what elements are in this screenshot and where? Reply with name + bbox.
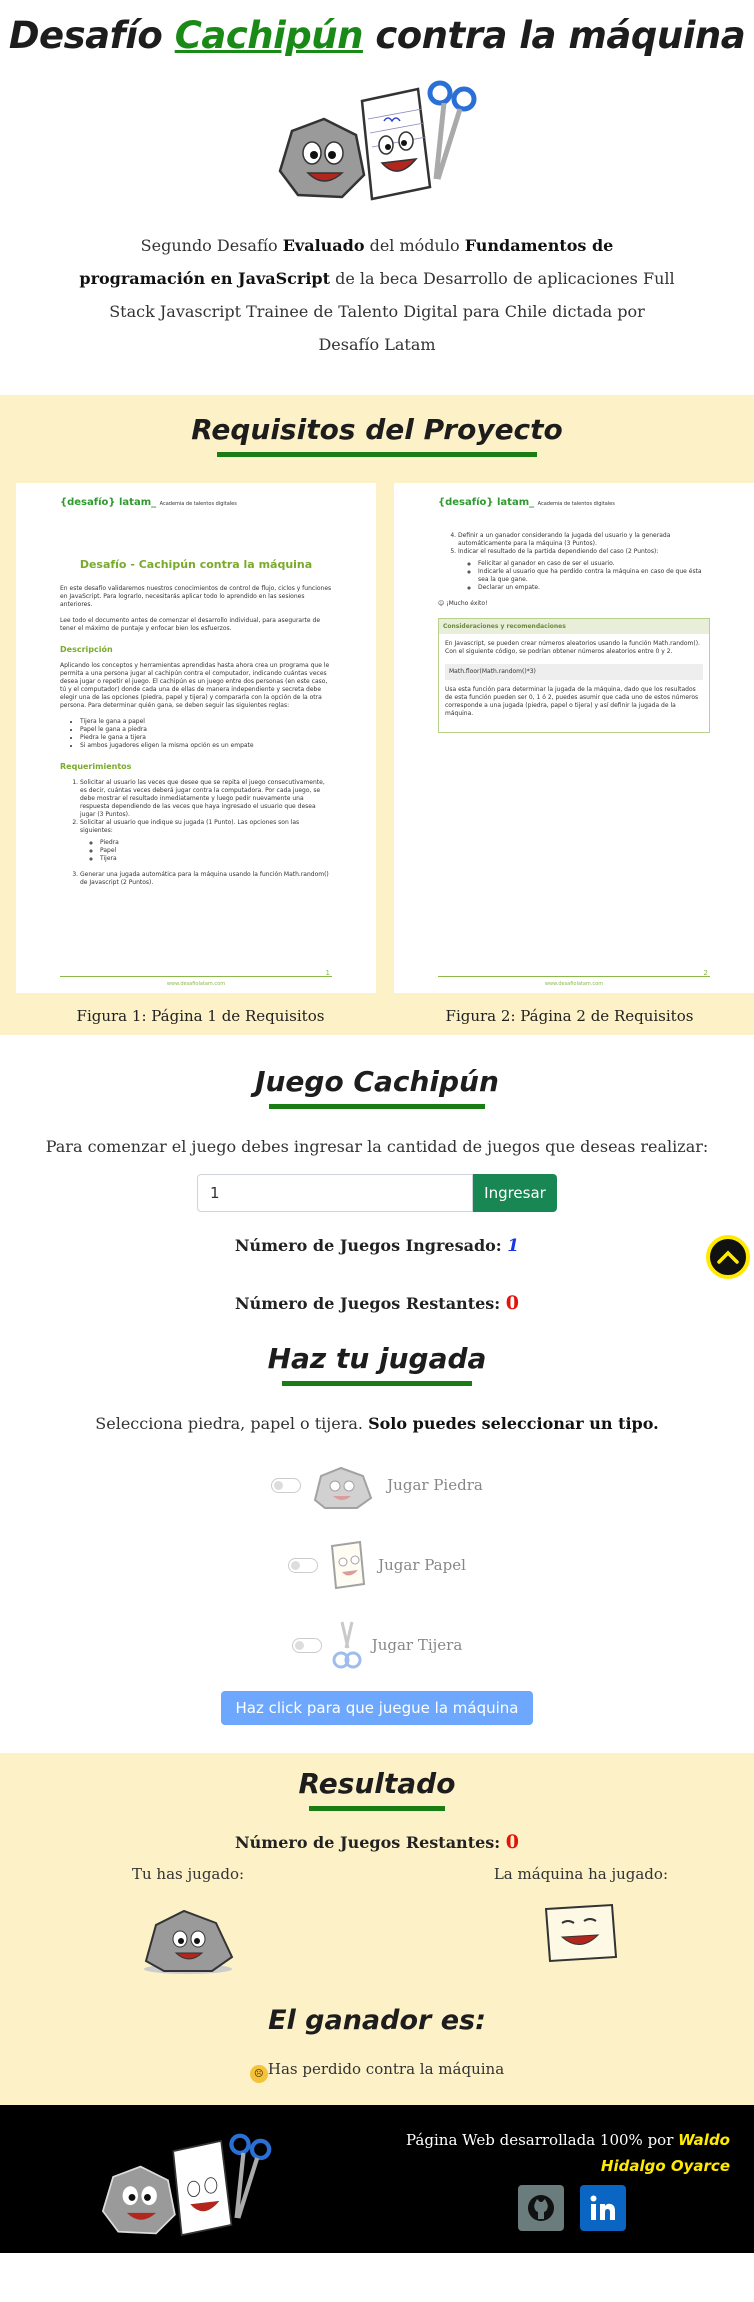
social-links	[518, 2185, 626, 2231]
paper-icon	[331, 1540, 366, 1590]
ganador-title: El ganador es:	[268, 2005, 486, 2036]
title-underline	[309, 1806, 445, 1811]
rules-list: Tijera le gana a papel Papel le gana a p…	[80, 718, 332, 750]
requirements-page-1[interactable]: {desafío} latam_ Academia de talentos di…	[16, 483, 376, 993]
page-footer: Página Web desarrollada 100% por Waldo H…	[0, 2105, 754, 2253]
games-remaining: Número de Juegos Restantes: 0	[235, 1292, 519, 1314]
machine-played-label: La máquina ha jugado:	[493, 1865, 668, 1883]
sad-face-icon: ☹	[249, 2065, 268, 2083]
machine-play-button[interactable]: Haz click para que juegue la máquina	[221, 1691, 533, 1725]
github-icon	[528, 2195, 554, 2221]
scroll-top-button[interactable]	[706, 1235, 750, 1279]
resultado-title: Resultado	[298, 1767, 456, 1800]
user-played-label: Tu has jugado:	[132, 1865, 245, 1883]
option-tijera-label: Jugar Tijera	[371, 1636, 463, 1654]
juego-section: Juego Cachipún Para comenzar el juego de…	[0, 1035, 754, 1314]
play-options: Jugar Piedra Jugar Papel Jugar Tijera	[0, 1445, 754, 1685]
tijera-switch[interactable]	[291, 1637, 322, 1653]
jugada-title: Haz tu jugada	[267, 1342, 487, 1375]
games-remaining-value: 0	[505, 1292, 519, 1314]
ingresar-button[interactable]: Ingresar	[473, 1174, 557, 1212]
caption-1: Figura 1: Página 1 de Requisitos	[76, 1007, 325, 1025]
requirements-pages: {desafío} latam_ Academia de talentos di…	[0, 457, 754, 993]
juego-title: Juego Cachipún	[255, 1065, 499, 1098]
option-piedra[interactable]: Jugar Piedra	[0, 1445, 754, 1525]
requirements-list: Solicitar al usuario las veces que desee…	[80, 779, 332, 887]
requirements-page-2[interactable]: {desafío} latam_ Academia de talentos di…	[394, 483, 754, 993]
github-link[interactable]	[518, 2185, 564, 2231]
option-papel-label: Jugar Papel	[378, 1556, 466, 1574]
option-tijera[interactable]: Jugar Tijera	[0, 1605, 754, 1685]
linkedin-link[interactable]	[580, 2185, 626, 2231]
option-piedra-label: Jugar Piedra	[387, 1476, 483, 1494]
requisitos-section: Requisitos del Proyecto {desafío} latam_…	[0, 395, 754, 1035]
title-underline	[269, 1104, 485, 1109]
footer-credit: Página Web desarrollada 100% por Waldo H…	[406, 2131, 730, 2175]
games-entered: Número de Juegos Ingresado: 1	[234, 1236, 520, 1256]
jugada-section: Haz tu jugada Selecciona piedra, papel o…	[0, 1314, 754, 1725]
intro-paragraph: Segundo Desafío Evaluado del módulo Fund…	[79, 236, 675, 354]
title-highlight: Cachipún	[174, 14, 364, 57]
scissors-character-icon	[427, 80, 477, 180]
good-luck: ☺ ¡Mucho éxito!	[438, 600, 488, 607]
title-underline	[282, 1381, 472, 1386]
rock-icon	[314, 1466, 373, 1509]
option-papel[interactable]: Jugar Papel	[0, 1525, 754, 1605]
scissors-icon	[332, 1621, 362, 1669]
played-images	[0, 1901, 754, 1975]
user-choice-rock-icon	[144, 1909, 234, 1974]
paper-character-icon	[360, 87, 432, 201]
figure-captions: Figura 1: Página 1 de Requisitos Figura …	[0, 993, 754, 1025]
recommendations-box: Consideraciones y recomendaciones En Jav…	[438, 618, 710, 733]
games-entered-value: 1	[507, 1236, 520, 1256]
resultado-section: Resultado Número de Juegos Restantes: 0 …	[0, 1753, 754, 2105]
requirements-list-2: Definir a un ganador considerando la jug…	[458, 532, 710, 592]
played-labels: Tu has jugado: La máquina ha jugado:	[0, 1865, 754, 1883]
machine-choice-paper-icon	[544, 1903, 618, 1963]
chevron-up-icon	[717, 1250, 739, 1264]
games-count-input[interactable]	[197, 1174, 473, 1212]
footer-characters-image	[101, 2133, 272, 2237]
page-title: Desafío Cachipún contra la máquina	[8, 14, 746, 57]
juego-prompt: Para comenzar el juego debes ingresar la…	[45, 1137, 709, 1156]
games-form: Ingresar	[0, 1174, 754, 1212]
linkedin-icon	[590, 2195, 615, 2220]
ganador-result: ☹ Has perdido contra la máquina	[0, 2060, 754, 2083]
papel-switch[interactable]	[288, 1557, 319, 1573]
hero-characters-image	[272, 79, 482, 209]
desafio-logo: {desafío} latam_ Academia de talentos di…	[60, 497, 237, 508]
requisitos-title: Requisitos del Proyecto	[191, 413, 563, 446]
piedra-switch[interactable]	[271, 1477, 302, 1493]
document-title: Desafío - Cachipún contra la máquina	[79, 558, 313, 571]
jugada-prompt: Selecciona piedra, papel o tijera. Solo …	[95, 1414, 659, 1433]
page-header: Desafío Cachipún contra la máquina Segun…	[0, 0, 754, 361]
caption-2: Figura 2: Página 2 de Requisitos	[445, 1007, 694, 1025]
desafio-logo: {desafío} latam_ Academia de talentos di…	[438, 497, 615, 508]
rock-character-icon	[278, 117, 366, 199]
result-games-remaining: Número de Juegos Restantes: 0	[235, 1831, 519, 1853]
